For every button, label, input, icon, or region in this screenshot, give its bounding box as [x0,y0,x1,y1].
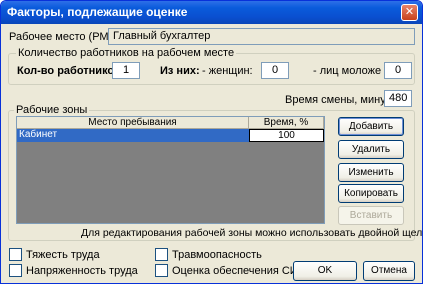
worker-count-label: Кол-во работников: [17,65,125,77]
column-header-place[interactable]: Место пребывания [17,117,249,129]
zones-hint: Для редактирования рабочей зоны можно ис… [81,227,423,239]
zones-group-title: Рабочие зоны [14,104,90,116]
zones-table[interactable]: Место пребывания Время, % смены Кабинет … [16,116,325,224]
cancel-button[interactable]: Отмена [363,261,415,281]
workers-group-title: Количество работников на рабочем месте [16,47,237,59]
edit-button[interactable]: Изменить [338,163,404,182]
paste-button[interactable]: Вставить [338,206,404,225]
window-title: Факторы, подлежащие оценке [7,5,188,19]
row-place-cell[interactable]: Кабинет [17,129,249,142]
of-them-label: Из них: [160,65,200,77]
intensity-checkbox[interactable] [9,264,22,277]
siz-label: Оценка обеспечения СИЗ [172,265,305,277]
delete-button[interactable]: Удалить [338,140,404,159]
heaviness-label: Тяжесть труда [26,249,100,261]
women-label: - женщин: [202,65,253,77]
dialog-window: Факторы, подлежащие оценке ✕ Рабочее мес… [0,0,423,284]
column-header-time[interactable]: Время, % смены [249,117,324,139]
add-button[interactable]: Добавить [338,117,404,136]
workplace-label: Рабочее место (РМ) [9,31,113,43]
workplace-field: Главный бухгалтер [108,28,415,45]
copy-button[interactable]: Копировать [338,184,404,203]
shift-minutes-input[interactable]: 480 [384,90,412,107]
worker-count-input[interactable]: 1 [112,62,140,79]
shift-label: Время смены, минуты [285,94,399,106]
injury-label: Травмоопасность [172,249,262,261]
title-bar: Факторы, подлежащие оценке ✕ [1,1,422,24]
injury-checkbox[interactable] [155,248,168,261]
siz-checkbox[interactable] [155,264,168,277]
row-time-cell[interactable]: 100 [249,129,324,142]
ok-button[interactable]: OK [293,261,357,281]
close-icon[interactable]: ✕ [401,4,418,21]
heaviness-checkbox[interactable] [9,248,22,261]
under18-count-input[interactable]: 0 [384,62,412,79]
intensity-label: Напряженность труда [26,265,138,277]
women-count-input[interactable]: 0 [261,62,289,79]
